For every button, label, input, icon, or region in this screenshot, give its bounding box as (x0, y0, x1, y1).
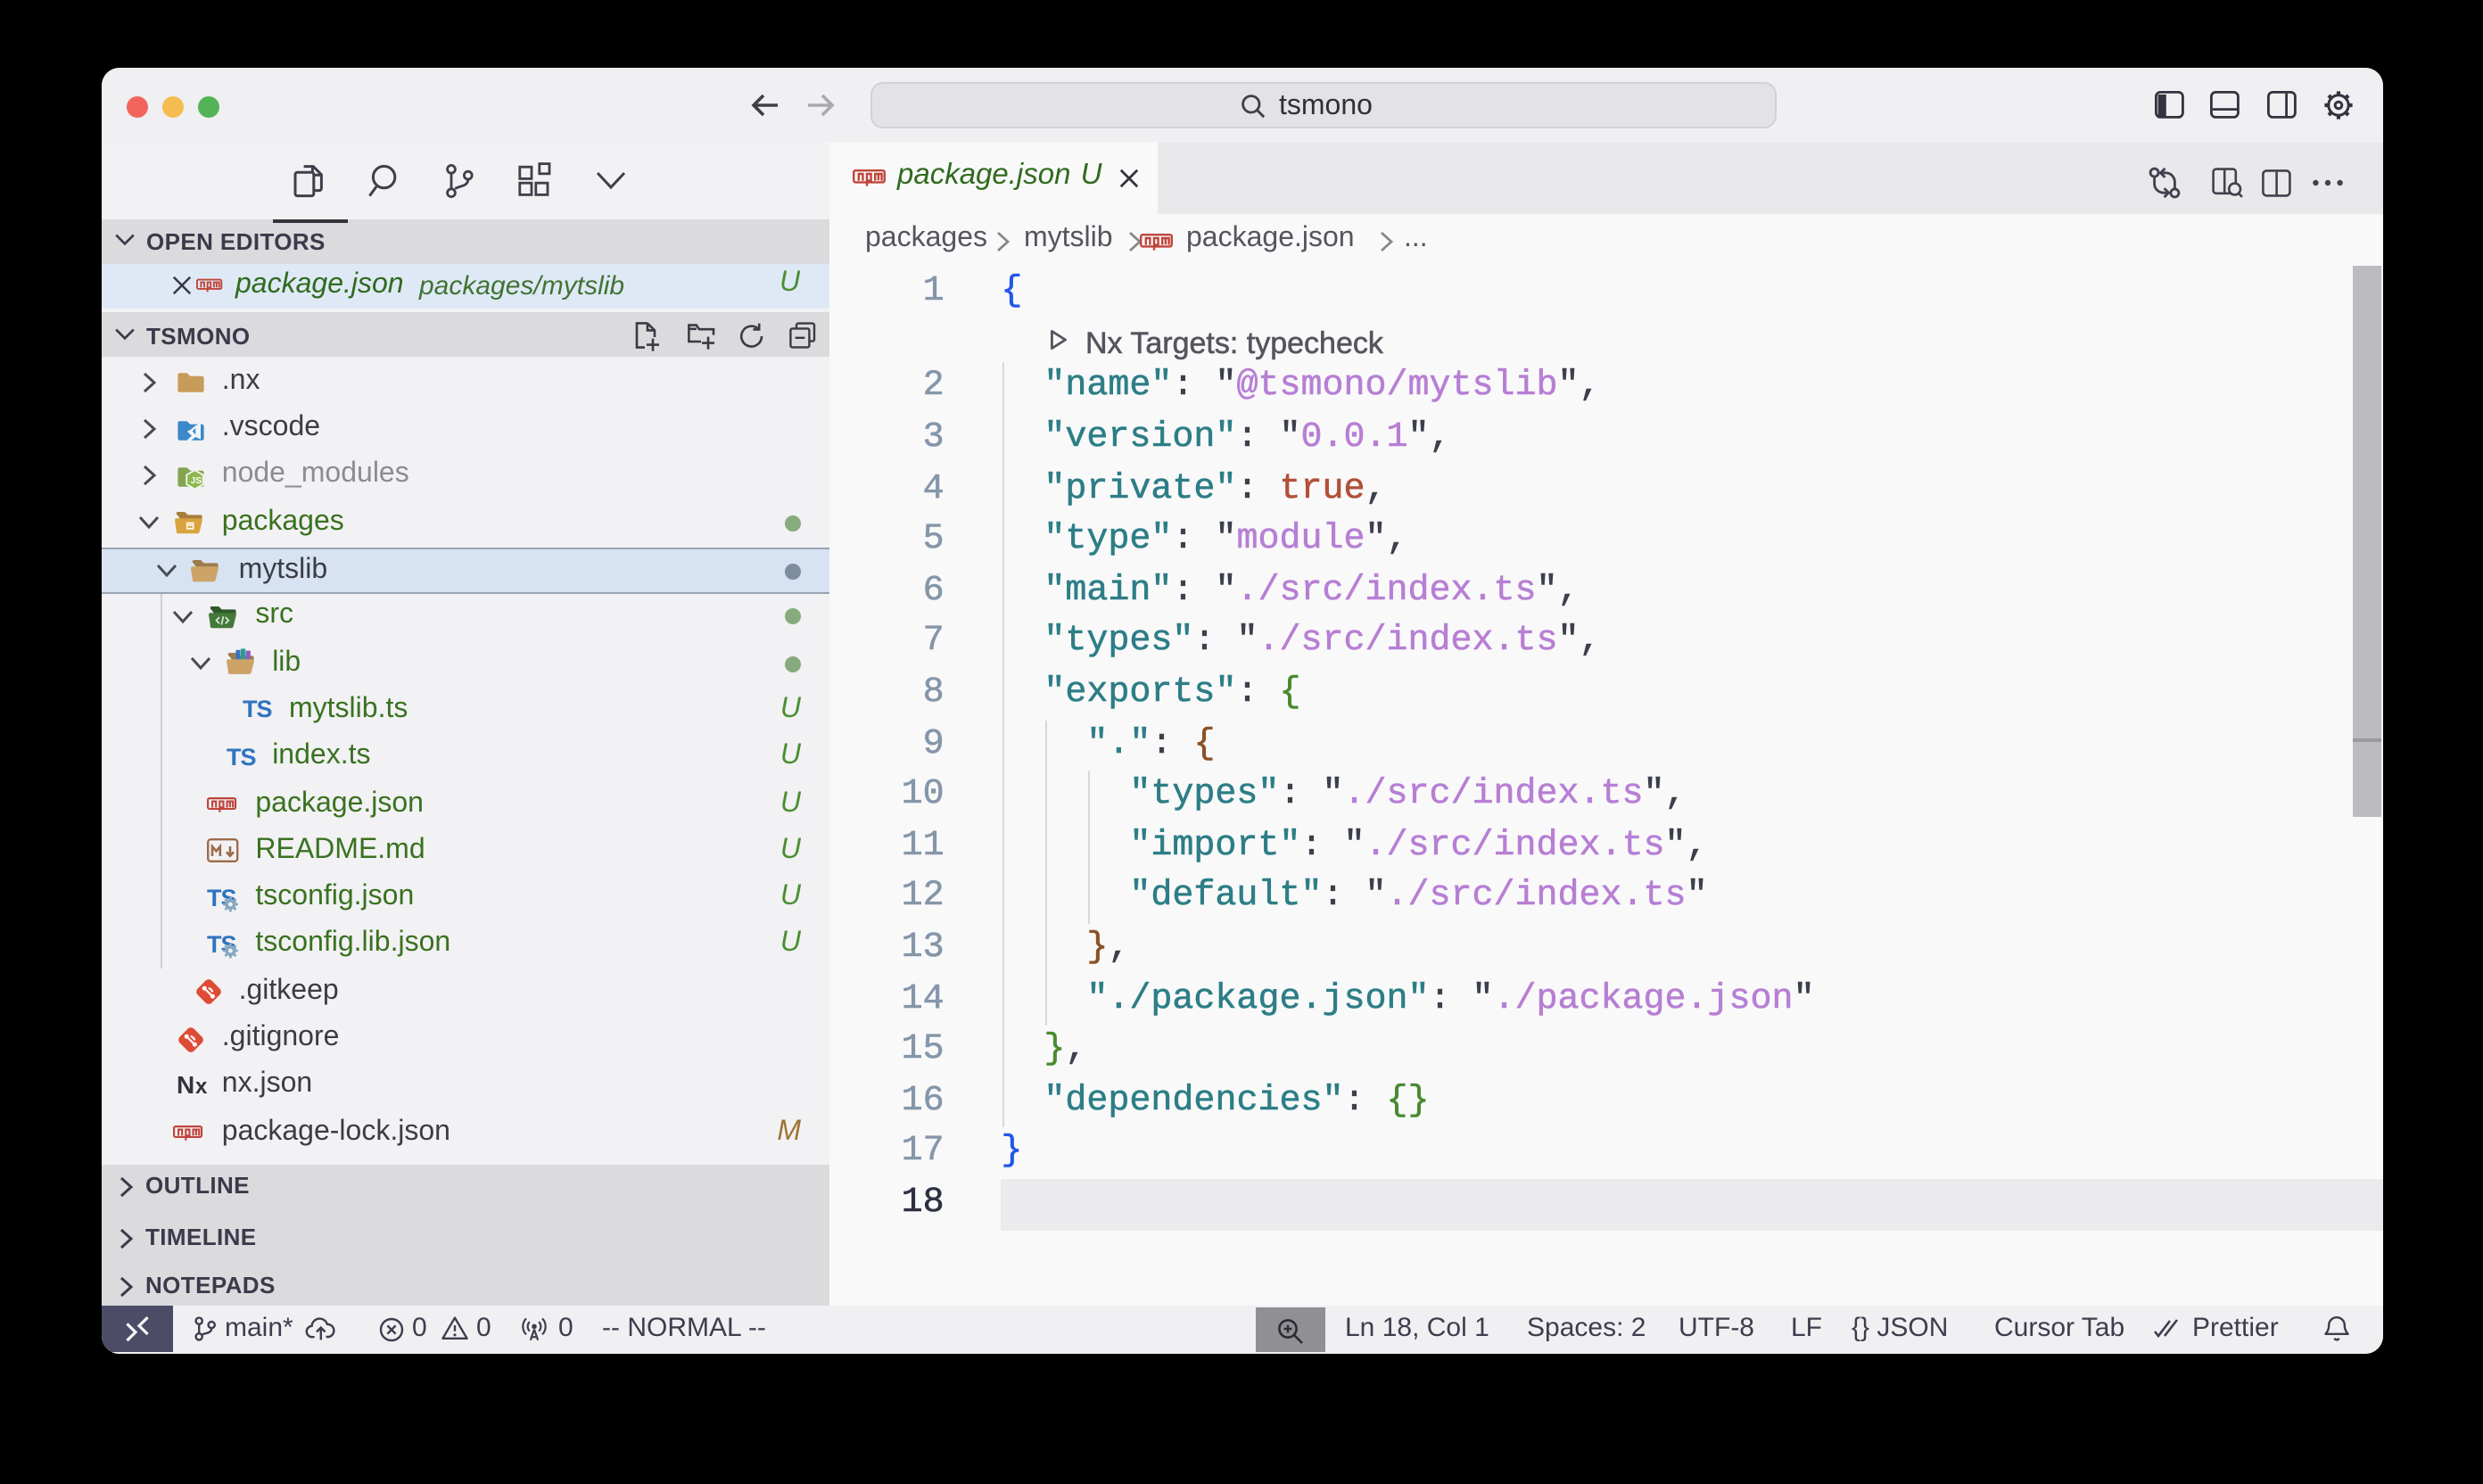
svg-text:N: N (177, 1071, 195, 1099)
svg-text:x: x (196, 1075, 209, 1099)
